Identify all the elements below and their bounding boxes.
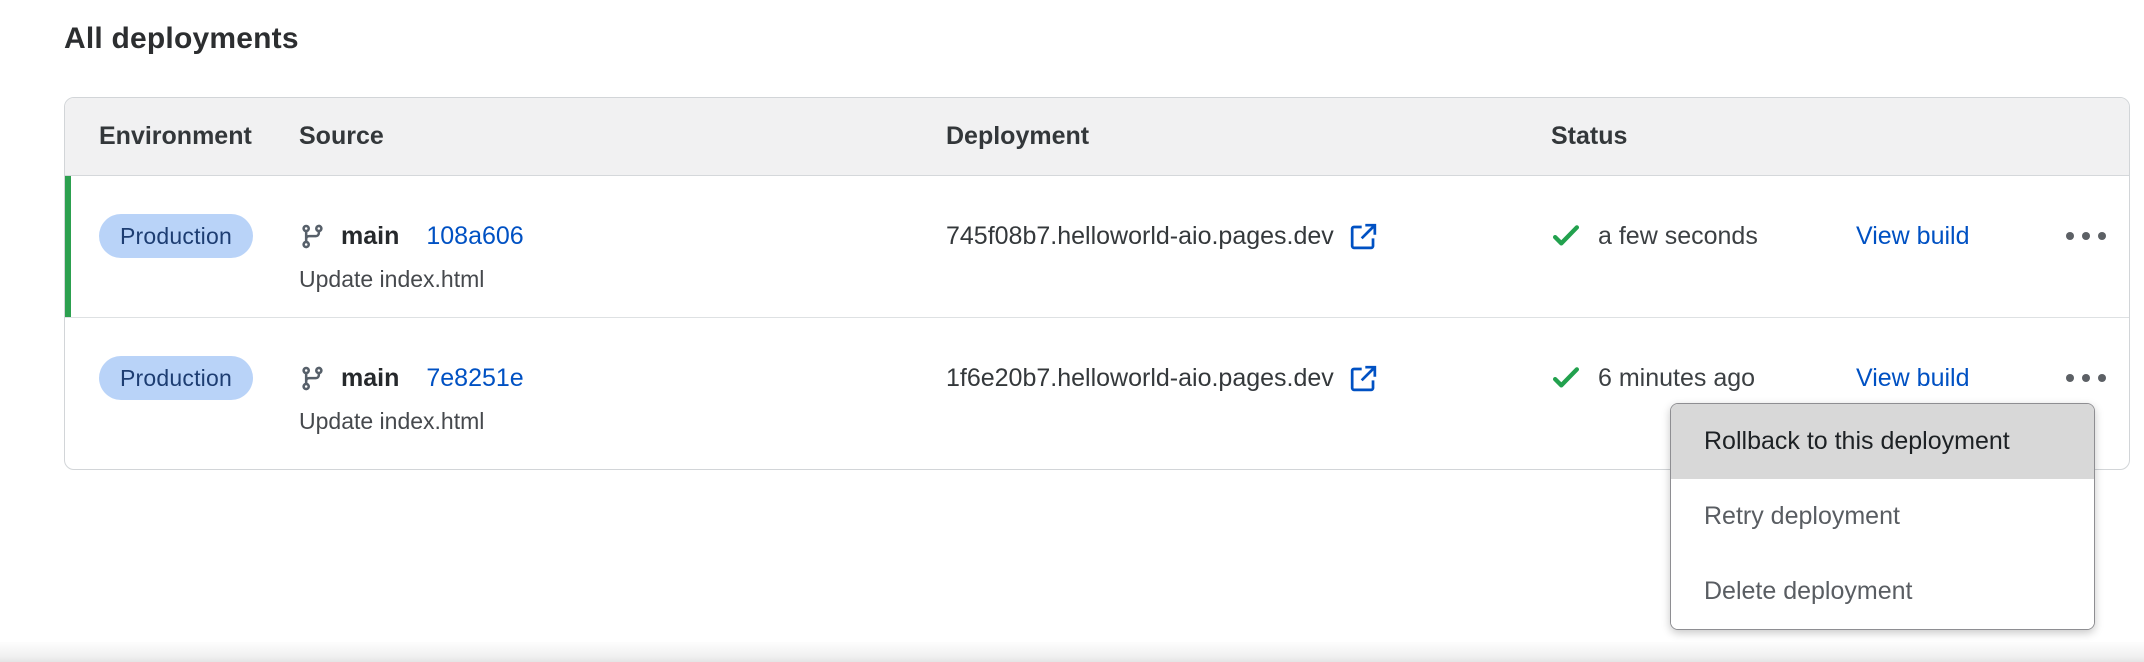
- status-time: 6 minutes ago: [1598, 364, 1755, 393]
- menu-item-retry[interactable]: Retry deployment: [1671, 479, 2094, 554]
- table-header-row: Environment Source Deployment Status: [65, 98, 2129, 176]
- column-header-status: Status: [1551, 122, 2129, 151]
- git-branch-icon: [299, 223, 326, 250]
- deployment-context-menu: Rollback to this deployment Retry deploy…: [1670, 403, 2095, 630]
- check-icon: [1551, 363, 1581, 393]
- deployment-menu-button[interactable]: [2051, 214, 2121, 258]
- column-header-source: Source: [299, 122, 946, 151]
- external-link-icon[interactable]: [1349, 222, 1378, 251]
- commit-message: Update index.html: [299, 406, 946, 436]
- check-icon: [1551, 221, 1581, 251]
- page-bottom-divider: [0, 642, 2144, 662]
- ellipsis-icon: [2066, 374, 2074, 382]
- environment-badge: Production: [99, 356, 253, 400]
- commit-message: Update index.html: [299, 264, 946, 294]
- git-branch-icon: [299, 365, 326, 392]
- ellipsis-icon: [2066, 232, 2074, 240]
- external-link-icon[interactable]: [1349, 364, 1378, 393]
- commit-link[interactable]: 7e8251e: [426, 364, 523, 393]
- current-deployment-indicator: [65, 176, 71, 317]
- deployment-menu-button[interactable]: [2051, 356, 2121, 400]
- column-header-deployment: Deployment: [946, 122, 1551, 151]
- menu-item-rollback[interactable]: Rollback to this deployment: [1671, 404, 2094, 479]
- environment-badge: Production: [99, 214, 253, 258]
- menu-item-delete[interactable]: Delete deployment: [1671, 554, 2094, 629]
- view-build-link[interactable]: View build: [1856, 222, 1970, 251]
- column-header-environment: Environment: [99, 122, 299, 151]
- table-row: Production main 108a606 Update index.htm…: [65, 176, 2129, 318]
- deployment-url: 745f08b7.helloworld-aio.pages.dev: [946, 222, 1334, 251]
- branch-name: main: [341, 364, 399, 393]
- page-title: All deployments: [64, 22, 299, 56]
- commit-link[interactable]: 108a606: [426, 222, 523, 251]
- deployment-url: 1f6e20b7.helloworld-aio.pages.dev: [946, 364, 1334, 393]
- view-build-link[interactable]: View build: [1856, 364, 1970, 393]
- branch-name: main: [341, 222, 399, 251]
- status-time: a few seconds: [1598, 222, 1758, 251]
